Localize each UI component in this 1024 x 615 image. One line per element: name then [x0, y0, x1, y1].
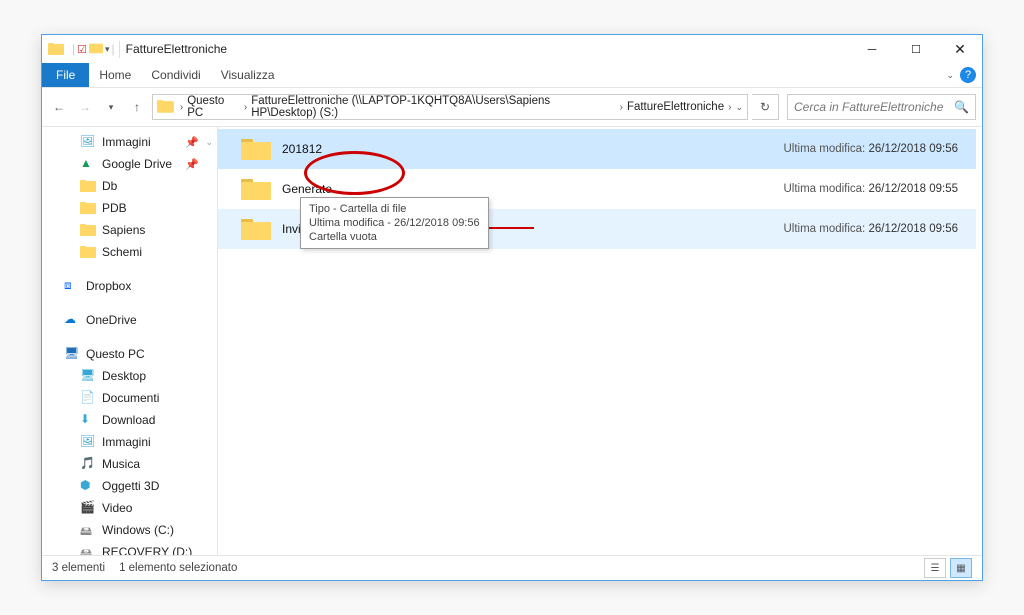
pin-icon: 📌 [185, 158, 199, 171]
quick-access-toolbar: | ☑ ▾ | [68, 41, 120, 58]
crumb-folder[interactable]: FattureElettroniche [627, 101, 724, 113]
file-list[interactable]: 201812 Ultima modifica: 26/12/2018 09:56 G… [218, 127, 982, 555]
ribbon-expand-icon[interactable]: ⌄ [946, 70, 954, 81]
maximize-button[interactable]: ☐ [894, 35, 938, 63]
status-count: 3 elementi [52, 562, 105, 574]
tab-share[interactable]: Condividi [141, 63, 210, 87]
drive-icon: 🖴 [80, 544, 96, 555]
folder-icon [240, 173, 272, 205]
folder-icon [80, 200, 96, 216]
crumb-drive[interactable]: FattureElettroniche (\\LAPTOP-1KQHTQ8A\U… [251, 95, 615, 119]
breadcrumb-folder-icon [157, 98, 174, 116]
status-bar: 3 elementi 1 elemento selezionato ☰ ▦ [42, 555, 982, 580]
tree-item-oggetti-3d[interactable]: ⬢Oggetti 3D [42, 475, 217, 497]
chevron-right-icon[interactable]: › [244, 102, 247, 113]
chevron-right-icon[interactable]: › [620, 102, 623, 113]
folder-icon [240, 213, 272, 245]
tree-dropbox[interactable]: ⧈Dropbox [42, 275, 217, 297]
back-button[interactable]: ← [48, 96, 70, 118]
pin-icon: 📌 [185, 136, 199, 149]
dropbox-icon: ⧈ [64, 278, 80, 294]
ribbon-tabs: File Home Condividi Visualizza ⌄ ? [42, 63, 982, 88]
folder-icon [80, 244, 96, 260]
folder-modified: Ultima modifica: 26/12/2018 09:55 [783, 183, 976, 195]
qa-separator: | [72, 42, 75, 56]
navbar: ← → ▾ ↑ › Questo PC › FattureElettronich… [42, 88, 982, 127]
qa-dropdown-icon[interactable]: ▾ [105, 44, 110, 55]
tree-item-schemi[interactable]: Schemi [42, 241, 217, 263]
titlebar: | ☑ ▾ | FattureElettroniche ─ ☐ ✕ [42, 35, 982, 63]
breadcrumb[interactable]: › Questo PC › FattureElettroniche (\\LAP… [152, 94, 748, 120]
tree-item-musica[interactable]: 🎵Musica [42, 453, 217, 475]
qa-checkbox-icon[interactable]: ☑ [77, 43, 87, 56]
tree-item-immagini[interactable]: 🖼Immagini📌⌄ [42, 131, 217, 153]
folder-icon [240, 133, 272, 165]
folder-tooltip: Tipo - Cartella di file Ultima modifica … [300, 197, 489, 249]
video-icon: 🎬 [80, 500, 96, 516]
tree-item-windows-c-[interactable]: 🖴Windows (C:) [42, 519, 217, 541]
breadcrumb-dropdown-icon[interactable]: ⌄ [735, 102, 743, 113]
chevron-down-icon[interactable]: ⌄ [205, 137, 213, 148]
3d-icon: ⬢ [80, 478, 96, 494]
tree-item-db[interactable]: Db [42, 175, 217, 197]
crumb-thispc[interactable]: Questo PC [187, 95, 240, 119]
tree-item-pdb[interactable]: PDB [42, 197, 217, 219]
recent-dropdown[interactable]: ▾ [100, 96, 122, 118]
tree-item-sapiens[interactable]: Sapiens [42, 219, 217, 241]
chevron-right-icon[interactable]: › [728, 102, 731, 113]
tree-item-video[interactable]: 🎬Video [42, 497, 217, 519]
search-input[interactable]: Cerca in FattureElettroniche 🔍 [787, 94, 976, 120]
qa-folder-icon[interactable] [89, 41, 103, 58]
folder-icon [80, 222, 96, 238]
tree-thispc[interactable]: 🖥Questo PC [42, 343, 217, 365]
folder-modified: Ultima modifica: 26/12/2018 09:56 [783, 143, 976, 155]
tab-home[interactable]: Home [89, 63, 141, 87]
documents-icon: 📄 [80, 390, 96, 406]
refresh-button[interactable]: ↻ [752, 94, 779, 120]
forward-button[interactable]: → [74, 96, 96, 118]
tab-view[interactable]: Visualizza [211, 63, 285, 87]
tree-onedrive[interactable]: ☁OneDrive [42, 309, 217, 331]
onedrive-icon: ☁ [64, 312, 80, 328]
tree-item-desktop[interactable]: 🖥Desktop [42, 365, 217, 387]
music-icon: 🎵 [80, 456, 96, 472]
folder-name: 201812 [282, 142, 632, 156]
close-button[interactable]: ✕ [938, 35, 982, 63]
gdrive-icon: ▲ [80, 156, 96, 172]
window-title: FattureElettroniche [126, 42, 227, 56]
tree-item-documenti[interactable]: 📄Documenti [42, 387, 217, 409]
folder-modified: Ultima modifica: 26/12/2018 09:56 [783, 223, 976, 235]
tree-item-google-drive[interactable]: ▲Google Drive📌 [42, 153, 217, 175]
folder-icon [48, 41, 64, 57]
search-placeholder: Cerca in FattureElettroniche [794, 100, 943, 114]
folder-name: Generate [282, 182, 632, 196]
download-icon: ⬇ [80, 412, 96, 428]
folder-icon [80, 178, 96, 194]
drive-icon: 🖴 [80, 522, 96, 538]
chevron-right-icon[interactable]: › [180, 102, 183, 113]
folder-row-201812[interactable]: 201812 Ultima modifica: 26/12/2018 09:56 [218, 129, 976, 169]
help-icon[interactable]: ? [960, 67, 976, 83]
desktop-icon: 🖥 [80, 368, 96, 384]
view-tiles-button[interactable]: ▦ [950, 558, 972, 578]
pc-icon: 🖥 [64, 346, 80, 362]
pictures-icon: 🖼 [80, 434, 96, 450]
explorer-window: | ☑ ▾ | FattureElettroniche ─ ☐ ✕ File H… [41, 34, 983, 581]
tab-file[interactable]: File [42, 63, 89, 87]
tree-item-immagini[interactable]: 🖼Immagini [42, 431, 217, 453]
tree-item-recovery-d-[interactable]: 🖴RECOVERY (D:) [42, 541, 217, 555]
nav-tree[interactable]: 🖼Immagini 📌 ⌄ ▲Google Drive📌DbPDBSapiensSch… [42, 127, 218, 555]
view-details-button[interactable]: ☰ [924, 558, 946, 578]
up-button[interactable]: ↑ [126, 96, 148, 118]
qa-separator: | [112, 42, 115, 56]
status-selected: 1 elemento selezionato [119, 562, 237, 574]
minimize-button[interactable]: ─ [850, 35, 894, 63]
tree-item-download[interactable]: ⬇Download [42, 409, 217, 431]
search-icon: 🔍 [954, 100, 969, 114]
pictures-icon: 🖼 [80, 134, 96, 150]
